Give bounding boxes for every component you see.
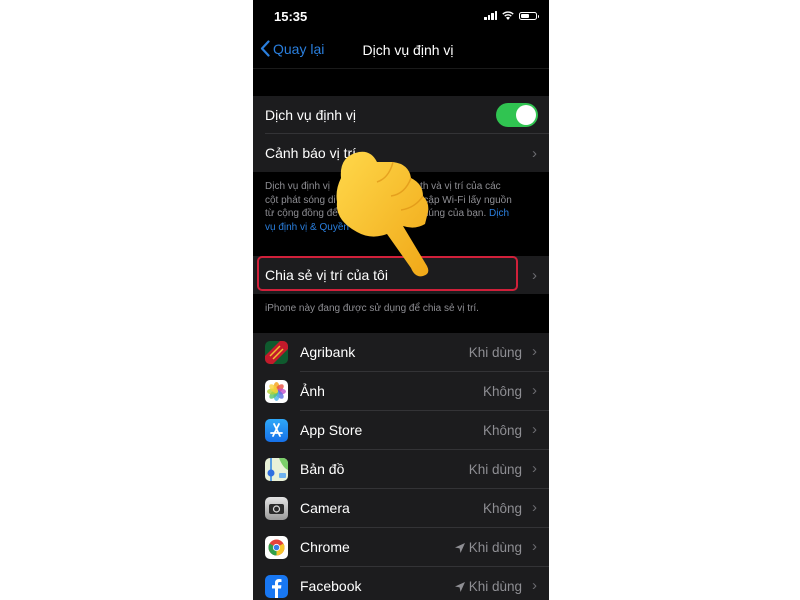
- apps-list: Agribank Khi dùng › Ảnh Không › App Stor…: [253, 333, 549, 600]
- chevron-right-icon: ›: [532, 144, 537, 162]
- pointing-hand-emoji: [336, 151, 429, 277]
- chevron-right-icon: ›: [532, 382, 537, 399]
- chevron-right-icon: ›: [532, 460, 537, 477]
- location-services-toggle[interactable]: [496, 103, 538, 127]
- app-row-photos[interactable]: Ảnh Không ›: [253, 372, 549, 411]
- chevron-right-icon: ›: [532, 538, 537, 555]
- chevron-right-icon: ›: [532, 266, 537, 284]
- photos-icon: [265, 380, 288, 403]
- agribank-icon: [265, 341, 288, 364]
- signal-icon: [484, 11, 497, 20]
- battery-icon: [519, 11, 539, 20]
- app-row-maps[interactable]: Bản đồ Khi dùng ›: [253, 450, 549, 489]
- camera-icon: [265, 497, 288, 520]
- maps-icon: [265, 458, 288, 481]
- navigation-bar: Quay lại Dịch vụ định vị: [253, 34, 549, 69]
- status-bar: 15:35: [253, 0, 549, 34]
- chevron-right-icon: ›: [532, 577, 537, 594]
- app-store-icon: [265, 419, 288, 442]
- app-row-app-store[interactable]: App Store Không ›: [253, 411, 549, 450]
- app-row-facebook[interactable]: Facebook Khi dùng ›: [253, 567, 549, 600]
- location-services-label: Dịch vụ định vị: [265, 107, 357, 123]
- app-row-agribank[interactable]: Agribank Khi dùng ›: [253, 333, 549, 372]
- phone-screen: 15:35 Quay lại Dịch vụ định vị Dịch vụ đ…: [253, 0, 549, 600]
- chrome-icon: [265, 536, 288, 559]
- app-row-camera[interactable]: Camera Không ›: [253, 489, 549, 528]
- app-row-chrome[interactable]: Chrome Khi dùng ›: [253, 528, 549, 567]
- chevron-right-icon: ›: [532, 343, 537, 360]
- chevron-right-icon: ›: [532, 499, 537, 516]
- chevron-right-icon: ›: [532, 421, 537, 438]
- privacy-link[interactable]: Dịch: [489, 208, 509, 219]
- location-arrow-icon: [454, 581, 465, 592]
- location-arrow-icon: [454, 542, 465, 553]
- share-location-footnote: iPhone này đang được sử dụng để chia sẻ …: [265, 303, 479, 314]
- page-title: Dịch vụ định vị: [362, 42, 454, 58]
- location-services-row: Dịch vụ định vị: [253, 96, 549, 134]
- wifi-icon: [502, 11, 514, 20]
- status-time: 15:35: [274, 9, 308, 24]
- facebook-icon: [265, 575, 288, 598]
